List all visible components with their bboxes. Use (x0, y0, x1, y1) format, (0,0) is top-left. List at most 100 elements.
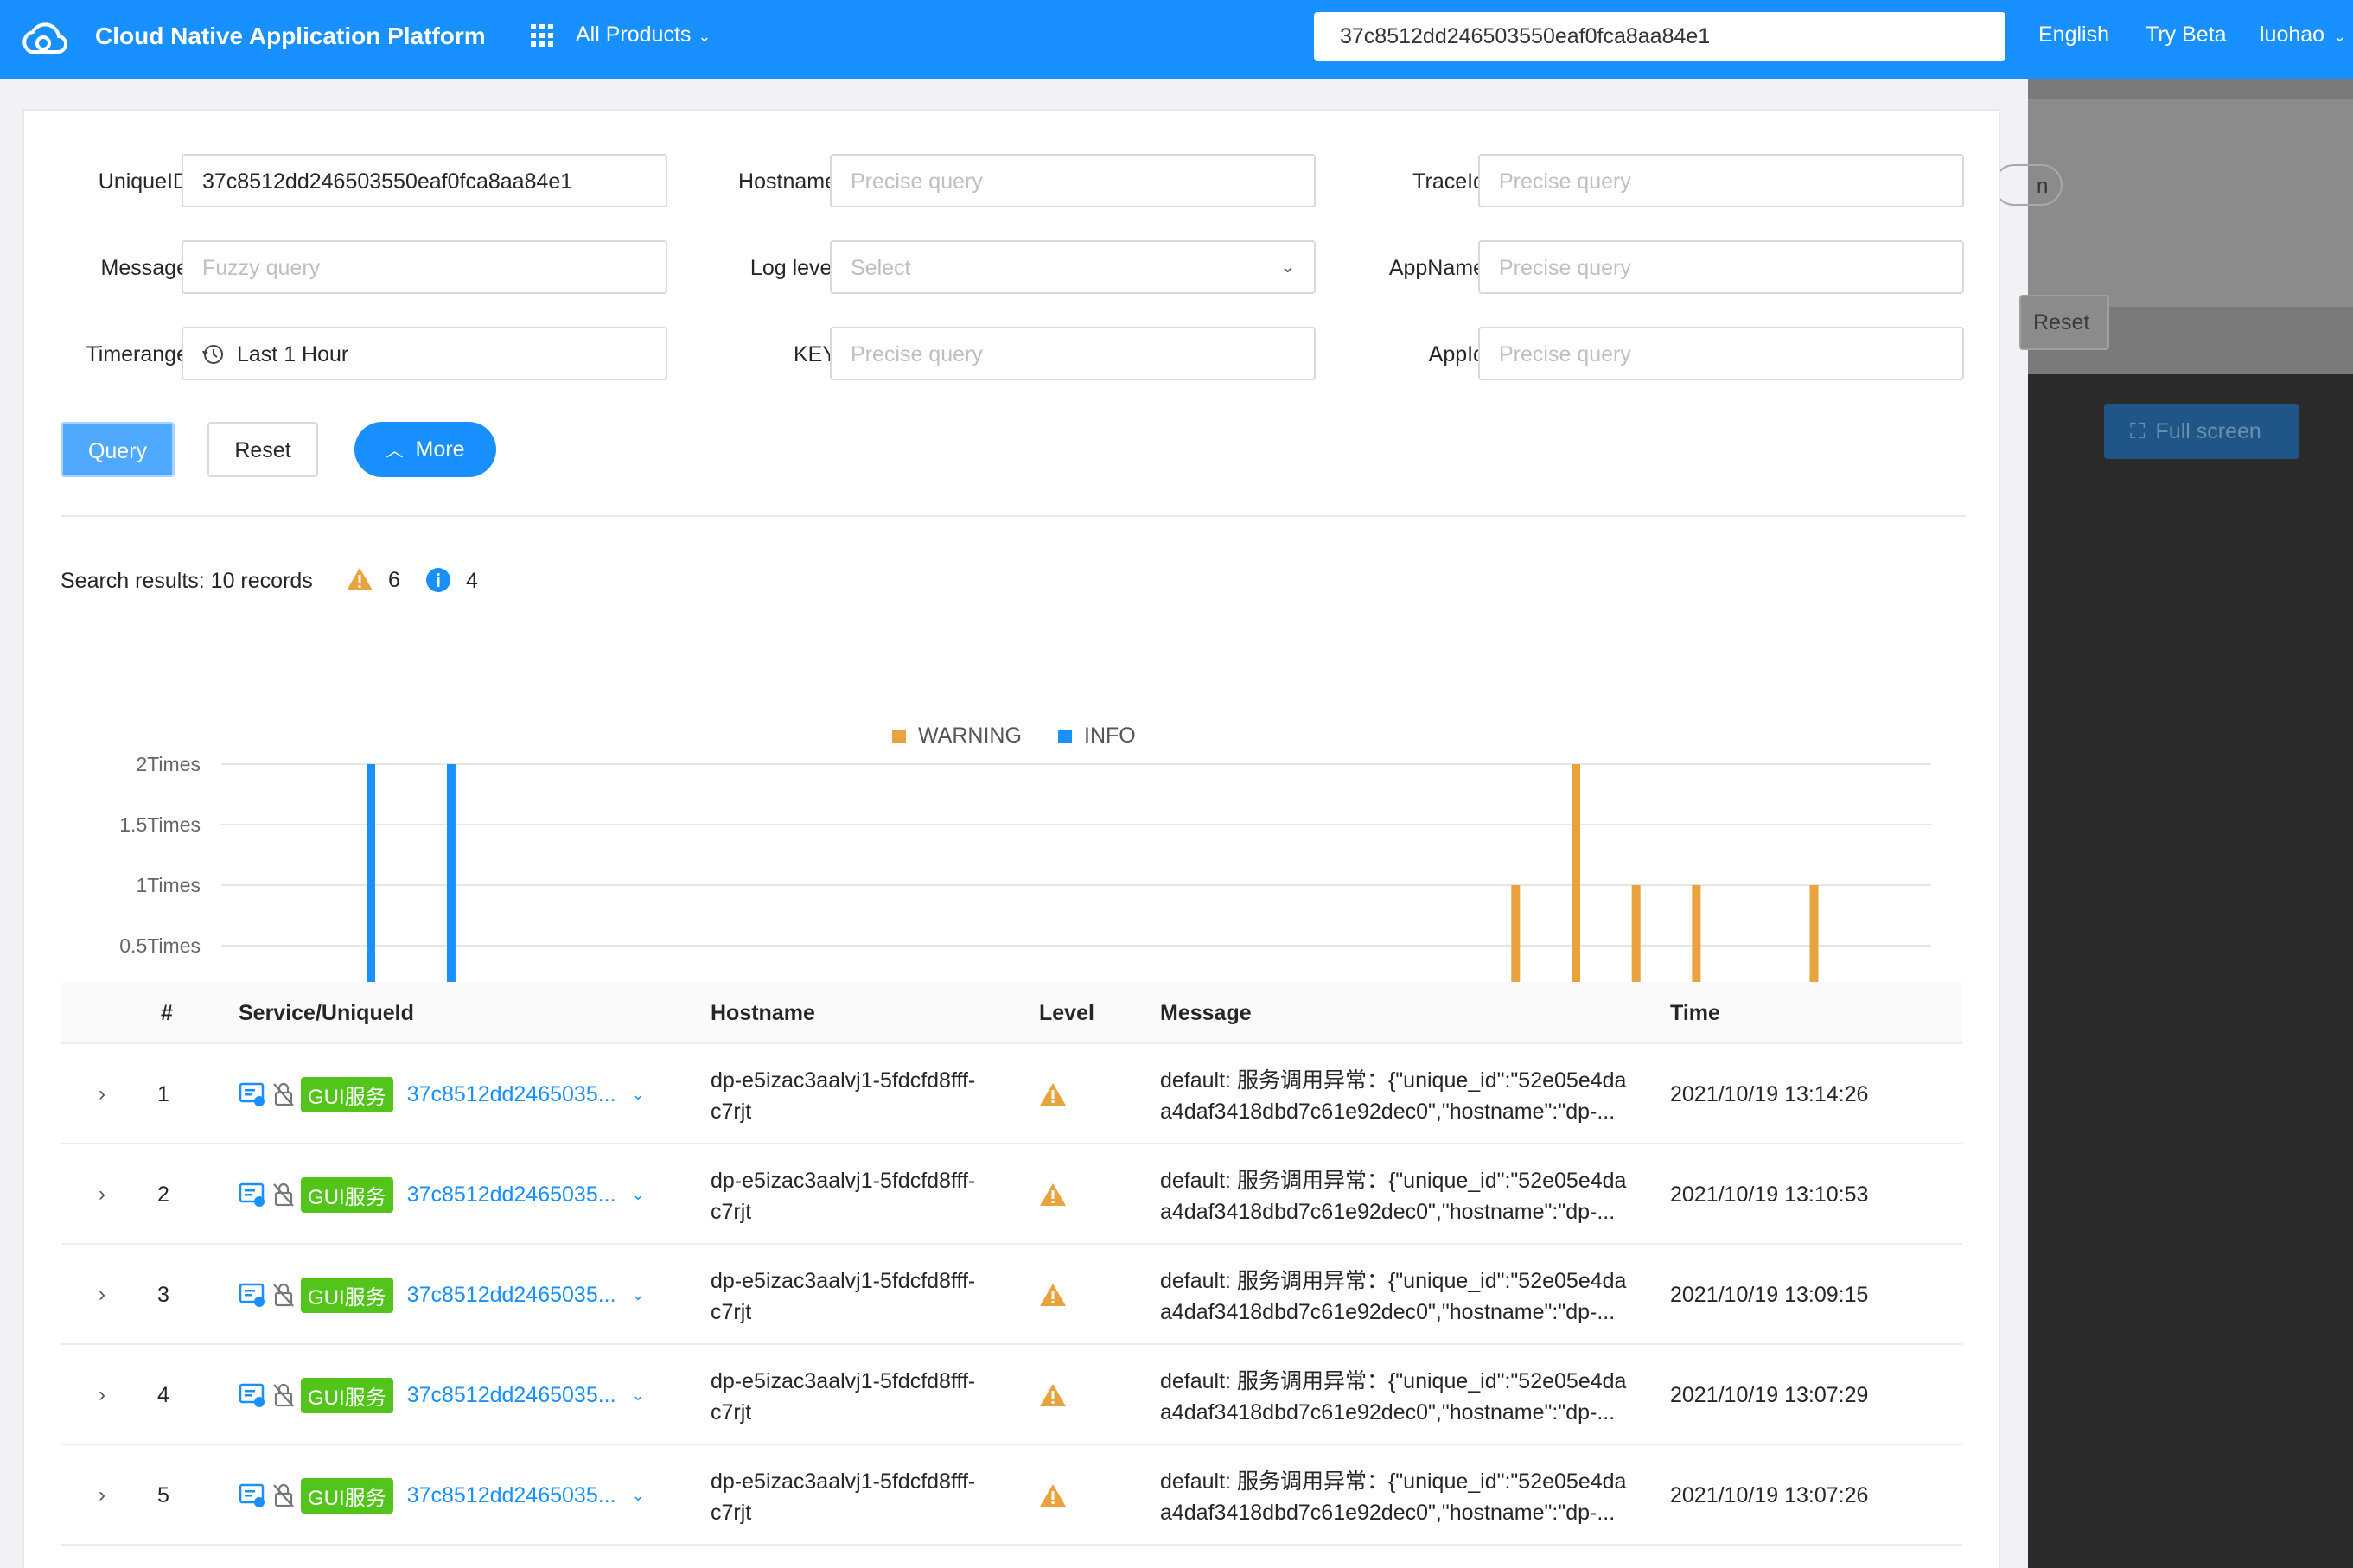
expand-row-icon[interactable]: › (99, 1283, 105, 1307)
y-tick-label: 0.5Times (119, 934, 201, 957)
loglevel-placeholder: Select (851, 256, 911, 280)
chevron-down-icon[interactable]: ⌄ (632, 1186, 645, 1204)
service-card-icon[interactable] (239, 1482, 266, 1508)
disabled-lock-icon[interactable] (271, 1382, 296, 1408)
time-cell: 2021/10/19 13:07:29 (1670, 1383, 1869, 1407)
uniqueid-input[interactable]: 37c8512dd246503550eaf0fca8aa84e1 (182, 154, 667, 207)
disabled-lock-icon[interactable] (271, 1081, 296, 1107)
message-cell: default: 服务调用异常：{"unique_id":"52e05e4da … (1160, 1065, 1661, 1127)
disabled-lock-icon[interactable] (271, 1482, 296, 1508)
more-button[interactable]: ︿ More (354, 422, 496, 477)
chevron-down-icon[interactable]: ⌄ (632, 1386, 645, 1405)
service-card-icon[interactable] (239, 1382, 266, 1408)
message-input[interactable]: Fuzzy query (182, 240, 667, 294)
all-products-label: All Products (576, 22, 692, 47)
legend-label: WARNING (918, 723, 1022, 748)
query-button[interactable]: Query (61, 422, 175, 477)
warning-icon (1040, 1384, 1066, 1406)
warning-icon (1040, 1484, 1066, 1507)
chevron-down-icon: ⌄ (1280, 258, 1295, 277)
user-menu[interactable]: luohao ⌄ (2260, 22, 2346, 48)
chevron-down-icon[interactable]: ⌄ (632, 1086, 645, 1104)
message-line: default: 服务调用异常：{"unique_id":"52e05e4da (1160, 1068, 1627, 1093)
loglevel-select[interactable]: Select ⌄ (830, 240, 1316, 294)
app-title[interactable]: Cloud Native Application Platform (95, 22, 486, 50)
cloud-logo-icon[interactable] (17, 17, 71, 59)
timerange-picker[interactable]: Last 1 Hour (182, 327, 667, 380)
service-cell: GUI服务 37c8512dd2465035... ⌄ (239, 1176, 645, 1213)
chevron-down-icon[interactable]: ⌄ (632, 1286, 645, 1304)
disabled-lock-icon[interactable] (271, 1182, 296, 1208)
key-input[interactable]: Precise query (830, 327, 1316, 380)
unique-id-link[interactable]: 37c8512dd2465035... (407, 1483, 616, 1508)
service-card-icon[interactable] (239, 1182, 266, 1208)
divider (61, 515, 1966, 517)
legend-swatch (892, 730, 906, 743)
appname-input[interactable]: Precise query (1478, 240, 1964, 294)
global-search-input[interactable]: 37c8512dd246503550eaf0fca8aa84e1 (1314, 12, 2005, 61)
unique-id-link[interactable]: 37c8512dd2465035... (407, 1283, 616, 1308)
legend-swatch (1058, 730, 1072, 743)
hostname-line: dp-e5izac3aalvj1-5fdcfd8fff- (711, 1269, 976, 1293)
appname-label: AppName (1388, 256, 1485, 280)
expand-row-icon[interactable]: › (99, 1082, 105, 1106)
results-summary: Search results: 10 records (61, 569, 313, 593)
service-tag: GUI服务 (301, 1176, 393, 1213)
info-bar (446, 764, 456, 1006)
col-header-service: Service/UniqueId (239, 1001, 414, 1025)
col-header-hostname: Hostname (711, 1001, 815, 1025)
chevron-down-icon[interactable]: ⌄ (632, 1487, 645, 1505)
reset-button[interactable]: Reset (207, 422, 318, 477)
timerange-label: Timerange (86, 342, 188, 367)
message-cell: default: 服务调用异常：{"unique_id":"52e05e4da … (1160, 1265, 1661, 1328)
warning-icon (1040, 1183, 1066, 1206)
language-switch[interactable]: English (2038, 22, 2109, 48)
service-tag: GUI服务 (301, 1277, 393, 1313)
service-cell: GUI服务 37c8512dd2465035... ⌄ (239, 1477, 645, 1514)
table-row[interactable]: › 2 GUI服务 37c8512dd2465035... ⌄ dp-e5iza… (61, 1144, 1962, 1245)
traceid-input[interactable]: Precise query (1478, 154, 1964, 207)
service-tag: GUI服务 (301, 1377, 393, 1413)
table-row[interactable]: › 4 GUI服务 37c8512dd2465035... ⌄ dp-e5iza… (61, 1345, 1962, 1445)
message-line: default: 服务调用异常：{"unique_id":"52e05e4da (1160, 1369, 1627, 1393)
warning-icon (1040, 1083, 1066, 1106)
message-line: a4daf3418dbd7c61e92dec0","hostname":"dp-… (1160, 1200, 1616, 1224)
row-number: 5 (157, 1483, 169, 1507)
table-row[interactable]: › 1 GUI服务 37c8512dd2465035... ⌄ dp-e5iza… (61, 1044, 1962, 1144)
time-cell: 2021/10/19 13:07:26 (1670, 1483, 1869, 1507)
table-row[interactable]: › 5 GUI服务 37c8512dd2465035... ⌄ dp-e5iza… (61, 1445, 1962, 1546)
hostname-cell: dp-e5izac3aalvj1-5fdcfd8fff- c7rjt (711, 1466, 1022, 1528)
info-count: 4 (465, 569, 478, 593)
all-products-menu[interactable]: All Products ⌄ (576, 22, 711, 48)
service-cell: GUI服务 37c8512dd2465035... ⌄ (239, 1076, 645, 1112)
message-line: default: 服务调用异常：{"unique_id":"52e05e4da (1160, 1269, 1627, 1293)
key-label: KEY (793, 342, 837, 367)
hostname-label: Hostname (738, 169, 837, 194)
apps-grid-icon[interactable] (531, 24, 553, 47)
timerange-value: Last 1 Hour (237, 342, 349, 367)
time-cell: 2021/10/19 13:09:15 (1670, 1283, 1869, 1307)
disabled-lock-icon[interactable] (271, 1282, 296, 1308)
chevron-up-icon: ︿ (386, 442, 404, 461)
expand-row-icon[interactable]: › (99, 1182, 105, 1207)
message-cell: default: 服务调用异常：{"unique_id":"52e05e4da … (1160, 1165, 1661, 1227)
y-tick-label: 2Times (136, 753, 201, 775)
unique-id-link[interactable]: 37c8512dd2465035... (407, 1082, 616, 1107)
hostname-line: c7rjt (711, 1400, 752, 1425)
service-tag: GUI服务 (301, 1477, 393, 1514)
appid-input[interactable]: Precise query (1478, 327, 1964, 380)
unique-id-link[interactable]: 37c8512dd2465035... (407, 1383, 616, 1408)
table-row[interactable]: › 3 GUI服务 37c8512dd2465035... ⌄ dp-e5iza… (61, 1245, 1962, 1345)
expand-row-icon[interactable]: › (99, 1383, 105, 1407)
service-card-icon[interactable] (239, 1081, 266, 1107)
warning-icon (1040, 1284, 1066, 1306)
unique-id-link[interactable]: 37c8512dd2465035... (407, 1182, 616, 1208)
try-beta-link[interactable]: Try Beta (2146, 22, 2227, 48)
warning-count-badge: 6 (346, 567, 400, 593)
more-label: More (415, 437, 465, 462)
hostname-input[interactable]: Precise query (830, 154, 1316, 207)
service-cell: GUI服务 37c8512dd2465035... ⌄ (239, 1277, 645, 1313)
message-cell: default: 服务调用异常：{"unique_id":"52e05e4da … (1160, 1366, 1661, 1428)
service-card-icon[interactable] (239, 1282, 266, 1308)
expand-row-icon[interactable]: › (99, 1483, 105, 1507)
